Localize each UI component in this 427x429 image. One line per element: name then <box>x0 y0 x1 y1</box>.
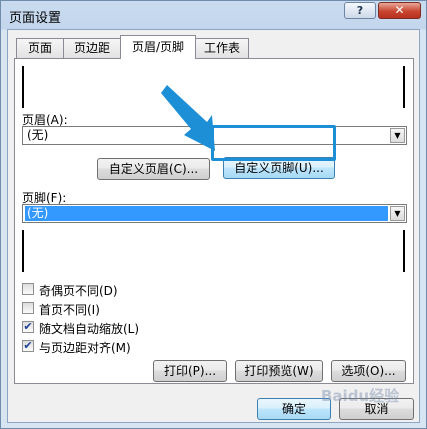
arrow-shape <box>161 85 215 151</box>
annotation-arrow-icon <box>161 85 215 151</box>
watermark-logo: Baidu经验 <box>321 387 400 405</box>
tab-header-footer[interactable]: 页眉/页脚 <box>120 35 196 59</box>
page-setup-dialog: 页面设置 ? ✕ 页面 页边距 页眉/页脚 工作表 页眉(A): (无) ▼ 自… <box>0 0 427 429</box>
